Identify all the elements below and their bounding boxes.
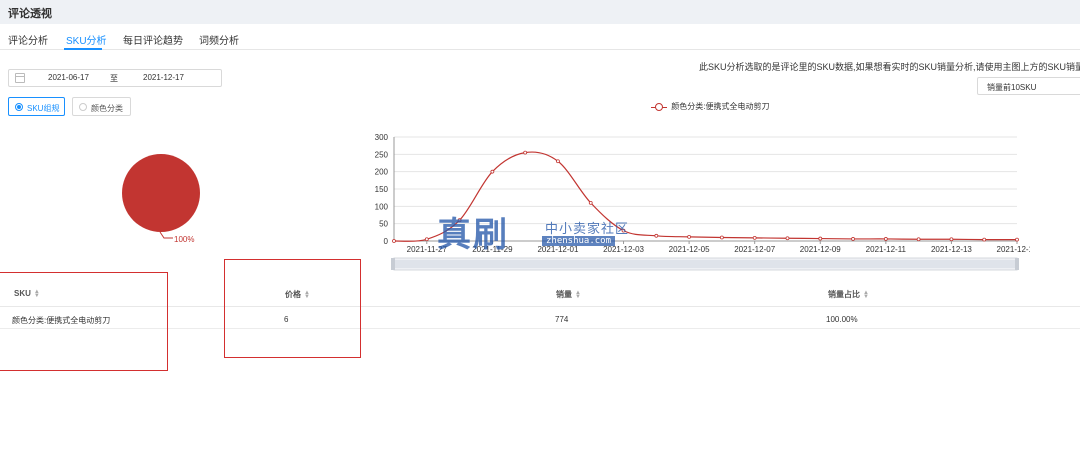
tab-comment-analysis[interactable]: 评论分析 bbox=[8, 32, 48, 47]
x-tick-label: 2021-12-11 bbox=[866, 245, 907, 254]
data-point bbox=[785, 236, 790, 241]
x-tick-label: 2021-12-09 bbox=[800, 245, 841, 254]
data-point bbox=[523, 150, 528, 155]
data-point bbox=[916, 237, 921, 242]
top-sku-select[interactable]: 销量前10SKU bbox=[977, 77, 1080, 95]
x-tick-label: 2021-12-07 bbox=[734, 245, 775, 254]
date-range-picker[interactable]: 2021-06-17 至 2021-12-17 bbox=[8, 69, 222, 87]
sort-icon[interactable]: ▲ ▼ bbox=[863, 290, 869, 300]
radio-label: SKU组规 bbox=[27, 104, 60, 113]
legend-line-icon bbox=[651, 102, 667, 111]
pie-label-line bbox=[159, 231, 173, 239]
col-header-sales-share[interactable]: 销量占比 ▲ ▼ bbox=[828, 289, 869, 300]
data-point bbox=[687, 234, 692, 239]
data-point bbox=[982, 237, 987, 242]
data-zoom-slider bbox=[391, 257, 1019, 271]
cell-sales-share: 100.00% bbox=[826, 315, 858, 324]
data-point bbox=[851, 237, 855, 241]
radio-label: 颜色分类 bbox=[91, 104, 123, 113]
sort-icon[interactable]: ▲ ▼ bbox=[575, 290, 581, 300]
data-point bbox=[424, 237, 429, 242]
x-tick-label: 2021-12-01 bbox=[537, 245, 578, 254]
data-point bbox=[719, 235, 724, 240]
y-tick-label: 0 bbox=[384, 237, 389, 246]
tab-bar: 评论分析 SKU分析 每日评论趋势 词频分析 bbox=[0, 24, 1080, 50]
cell-sales: 774 bbox=[555, 315, 569, 324]
data-point bbox=[752, 235, 757, 240]
y-tick-label: 300 bbox=[375, 133, 389, 142]
y-tick-label: 250 bbox=[375, 150, 389, 159]
calendar-icon bbox=[15, 73, 25, 83]
x-tick-label: 2021-11-27 bbox=[407, 245, 448, 254]
active-tab-indicator bbox=[64, 48, 102, 50]
radio-sku-group[interactable]: SKU组规 bbox=[8, 97, 65, 116]
radio-color-category[interactable]: 颜色分类 bbox=[72, 97, 131, 116]
x-tick-label: 2021-12-13 bbox=[931, 245, 972, 254]
highlight-box-sku bbox=[0, 272, 168, 371]
zoom-handle-right bbox=[1015, 258, 1019, 270]
data-point bbox=[588, 200, 593, 205]
y-tick-label: 100 bbox=[375, 202, 389, 211]
x-axis-ticks: 2021-11-27 2021-11-29 2021-12-01 2021-12-03… bbox=[407, 241, 1038, 254]
chart-grid bbox=[393, 136, 1017, 242]
data-point bbox=[556, 159, 560, 164]
y-tick-label: 50 bbox=[379, 220, 388, 229]
data-point bbox=[1015, 237, 1019, 242]
data-point bbox=[457, 218, 462, 223]
data-point bbox=[490, 169, 495, 174]
y-tick-label: 150 bbox=[375, 185, 389, 194]
x-tick-label: 2021-12-05 bbox=[669, 245, 710, 254]
data-point bbox=[392, 239, 396, 243]
pie-slice bbox=[122, 154, 200, 232]
y-axis-ticks: 0 50 100 150 200 250 300 bbox=[375, 133, 389, 246]
data-point bbox=[883, 237, 888, 241]
tab-word-frequency[interactable]: 词频分析 bbox=[199, 32, 239, 47]
data-point bbox=[621, 228, 626, 233]
radio-dot bbox=[15, 103, 23, 111]
highlight-box-price bbox=[224, 259, 361, 358]
data-point bbox=[654, 233, 659, 238]
page-title: 评论透视 bbox=[8, 8, 52, 20]
tab-sku-analysis[interactable]: SKU分析 bbox=[66, 32, 107, 47]
date-start[interactable]: 2021-06-17 bbox=[48, 73, 89, 82]
series-points bbox=[392, 150, 1019, 243]
y-tick-label: 200 bbox=[375, 168, 389, 177]
data-point bbox=[949, 237, 954, 242]
x-tick-label: 2021-12-03 bbox=[603, 245, 644, 254]
page-header: 评论透视 bbox=[0, 0, 1080, 24]
series-line bbox=[393, 151, 1018, 242]
date-end[interactable]: 2021-12-17 bbox=[143, 73, 184, 82]
x-tick-label: 2021-11-29 bbox=[472, 245, 513, 254]
chart-legend[interactable]: 颜色分类:便携式全电动剪刀 bbox=[651, 101, 769, 112]
zoom-handle-left bbox=[391, 258, 395, 270]
legend-series-name: 颜色分类:便携式全电动剪刀 bbox=[671, 102, 770, 111]
date-separator: 至 bbox=[110, 74, 118, 83]
line-chart: 0 50 100 150 200 250 300 2021-11-27 2021-11-29 2… bbox=[360, 125, 1038, 275]
sku-notice-text: 此SKU分析选取的是评论里的SKU数据,如果想看实时的SKU销量分析,请使用主图… bbox=[699, 62, 1080, 72]
pie-chart bbox=[110, 140, 220, 250]
pie-label: 100% bbox=[174, 235, 195, 244]
radio-dot bbox=[79, 103, 87, 111]
tab-daily-comment-trend[interactable]: 每日评论趋势 bbox=[123, 32, 183, 47]
data-point bbox=[818, 236, 823, 241]
x-tick-label: 2021-12-15 bbox=[997, 245, 1030, 254]
col-header-sales[interactable]: 销量 ▲ ▼ bbox=[556, 289, 581, 300]
